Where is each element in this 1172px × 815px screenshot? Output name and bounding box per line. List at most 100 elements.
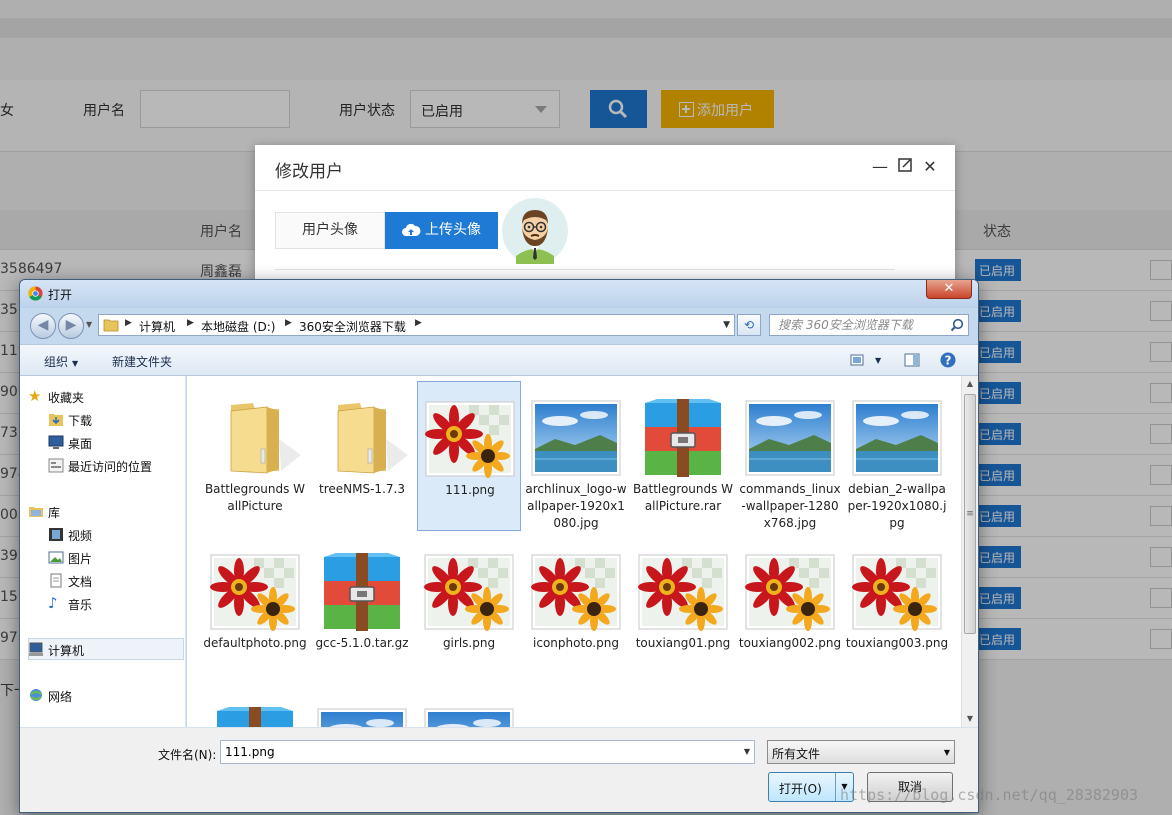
- scroll-down-icon[interactable]: ▼: [962, 711, 978, 727]
- tree-item-favorites[interactable]: ★ 收藏夹: [28, 389, 85, 406]
- document-icon: [50, 573, 62, 588]
- forward-button[interactable]: ▶: [58, 313, 84, 339]
- tree-item-network[interactable]: 网络: [30, 688, 73, 705]
- file-item[interactable]: treeNMS-1.7.3: [310, 381, 414, 531]
- file-item[interactable]: gcc-5.1.0.tar.gz: [310, 535, 414, 685]
- new-folder-button[interactable]: 新建文件夹: [112, 353, 172, 370]
- breadcrumb-drive[interactable]: 本地磁盘 (D:): [201, 318, 275, 335]
- view-dropdown-icon[interactable]: ▼: [875, 356, 881, 365]
- flower-thumbnail-icon: [851, 553, 943, 631]
- computer-icon: [29, 642, 43, 656]
- avatar: [502, 198, 568, 264]
- file-item[interactable]: debian_2-wallpaper-1920x1080.jpg: [845, 381, 949, 531]
- landscape-thumbnail-icon: [530, 399, 622, 477]
- flower-thumbnail-icon: [530, 553, 622, 631]
- scroll-thumb[interactable]: ≡: [964, 394, 976, 634]
- tree-label: 收藏夹: [48, 391, 85, 405]
- caret-down-icon: ▼: [72, 359, 79, 368]
- tree-label: 库: [48, 506, 61, 520]
- folder-icon: [103, 319, 119, 332]
- tree-item-computer[interactable]: 计算机: [29, 642, 85, 659]
- file-item[interactable]: [417, 689, 521, 727]
- upload-avatar-label: 上传头像: [425, 222, 481, 238]
- help-icon[interactable]: ?: [940, 352, 956, 368]
- file-list: Battlegrounds WallPicture treeNMS-1.7.3 11…: [187, 376, 978, 727]
- watermark: https://blog.csdn.net/qq_28382903: [840, 786, 1139, 804]
- tree-label: 图片: [68, 552, 93, 566]
- tree-item-documents[interactable]: 文档: [50, 573, 92, 590]
- file-item[interactable]: commands_linux-wallpaper-1280x768.jpg: [738, 381, 842, 531]
- file-name: Battlegrounds WallPicture.rar: [632, 482, 734, 513]
- landscape-thumbnail-icon: [744, 399, 836, 477]
- tree-item-downloads[interactable]: 下载: [49, 412, 92, 429]
- navigation-pane: ★ 收藏夹 下载 桌面 最近访问的位置 库 视频 图片 文档 ♪ 音乐 计算机 网络: [20, 376, 186, 727]
- back-button[interactable]: ◀: [30, 313, 56, 339]
- file-item[interactable]: [310, 689, 414, 727]
- navigation-bar: ◀ ▶ ▼ ▶ 计算机 ▶ 本地磁盘 (D:) ▶ 360安全浏览器下载 ▶ ▼…: [20, 308, 978, 344]
- file-item[interactable]: defaultphoto.png: [203, 535, 307, 685]
- flower-thumbnail-icon: [744, 553, 836, 631]
- breadcrumb-folder[interactable]: 360安全浏览器下载: [299, 318, 406, 335]
- view-options-icon[interactable]: [850, 352, 866, 368]
- preview-pane-icon[interactable]: [904, 352, 920, 368]
- upload-avatar-button[interactable]: 上传头像: [385, 212, 498, 249]
- address-dropdown-icon[interactable]: ▼: [723, 320, 730, 330]
- file-name-dropdown-icon[interactable]: ▼: [744, 747, 750, 756]
- maximize-icon[interactable]: [896, 158, 914, 176]
- dialog-footer: 文件名(N): ▼ 所有文件 ▼ 打开(O) ▼ 取消: [20, 727, 978, 812]
- tree-item-desktop[interactable]: 桌面: [48, 435, 93, 452]
- minimize-icon[interactable]: —: [871, 158, 889, 176]
- tree-item-libraries[interactable]: 库: [29, 504, 61, 521]
- file-type-value: 所有文件: [772, 747, 821, 761]
- search-icon[interactable]: [950, 318, 964, 332]
- libraries-icon: [29, 507, 43, 517]
- file-name: Battlegrounds WallPicture: [204, 482, 306, 513]
- network-icon: [30, 689, 42, 701]
- file-item[interactable]: touxiang01.png: [631, 535, 735, 685]
- tree-item-music[interactable]: ♪ 音乐: [48, 596, 93, 613]
- vertical-scrollbar[interactable]: ▲ ≡ ▼: [961, 376, 978, 727]
- tree-label: 音乐: [68, 598, 93, 612]
- tree-item-recent[interactable]: 最近访问的位置: [48, 458, 152, 475]
- file-item[interactable]: Battlegrounds WallPicture: [203, 381, 307, 531]
- file-name: girls.png: [442, 636, 496, 650]
- file-name-input[interactable]: [221, 741, 731, 763]
- chevron-down-icon: ▼: [943, 748, 950, 757]
- desktop-icon: [48, 435, 64, 449]
- file-item[interactable]: touxiang003.png: [845, 535, 949, 685]
- tree-label: 计算机: [48, 644, 85, 658]
- breadcrumb-computer[interactable]: 计算机: [139, 318, 175, 335]
- archive-thumbnail-icon: [316, 553, 408, 631]
- dialog-title: 打开: [48, 288, 73, 302]
- tree-item-pictures[interactable]: 图片: [48, 550, 93, 567]
- file-item[interactable]: archlinux_logo-wallpaper-1920x1080.jpg: [524, 381, 628, 531]
- tree-label: 桌面: [68, 437, 93, 451]
- file-item[interactable]: girls.png: [417, 535, 521, 685]
- organize-menu[interactable]: 组织 ▼: [44, 353, 78, 370]
- tree-label: 网络: [48, 690, 73, 704]
- breadcrumb-separator-icon: ▶: [415, 318, 422, 328]
- tree-item-videos[interactable]: 视频: [49, 527, 92, 544]
- avatar-label: 用户头像: [275, 212, 385, 249]
- flower-thumbnail-icon: [423, 553, 515, 631]
- open-file-dialog: 打开 ✕ ◀ ▶ ▼ ▶ 计算机 ▶ 本地磁盘 (D:) ▶ 360安全浏览器下…: [19, 279, 979, 813]
- landscape-thumbnail-icon: [851, 399, 943, 477]
- close-icon[interactable]: ✕: [921, 158, 939, 176]
- address-bar[interactable]: ▶ 计算机 ▶ 本地磁盘 (D:) ▶ 360安全浏览器下载 ▶ ▼: [98, 314, 735, 336]
- file-item[interactable]: 111.png: [417, 381, 521, 531]
- history-dropdown-icon[interactable]: ▼: [86, 320, 92, 329]
- file-item[interactable]: iconphoto.png: [524, 535, 628, 685]
- landscape-thumbnail-icon: [423, 707, 515, 727]
- dialog-close-button[interactable]: ✕: [926, 280, 972, 299]
- file-name: archlinux_logo-wallpaper-1920x1080.jpg: [525, 482, 627, 530]
- svg-text:?: ?: [945, 354, 952, 368]
- file-item[interactable]: Battlegrounds WallPicture.rar: [631, 381, 735, 531]
- cloud-upload-icon: [402, 223, 421, 236]
- refresh-button[interactable]: ⟲: [737, 314, 761, 336]
- file-item[interactable]: [203, 689, 307, 727]
- file-item[interactable]: touxiang002.png: [738, 535, 842, 685]
- file-type-select[interactable]: 所有文件 ▼: [767, 740, 955, 764]
- scroll-up-icon[interactable]: ▲: [962, 376, 978, 392]
- breadcrumb-separator-icon: ▶: [285, 318, 292, 328]
- folder-search-input[interactable]: [770, 315, 945, 335]
